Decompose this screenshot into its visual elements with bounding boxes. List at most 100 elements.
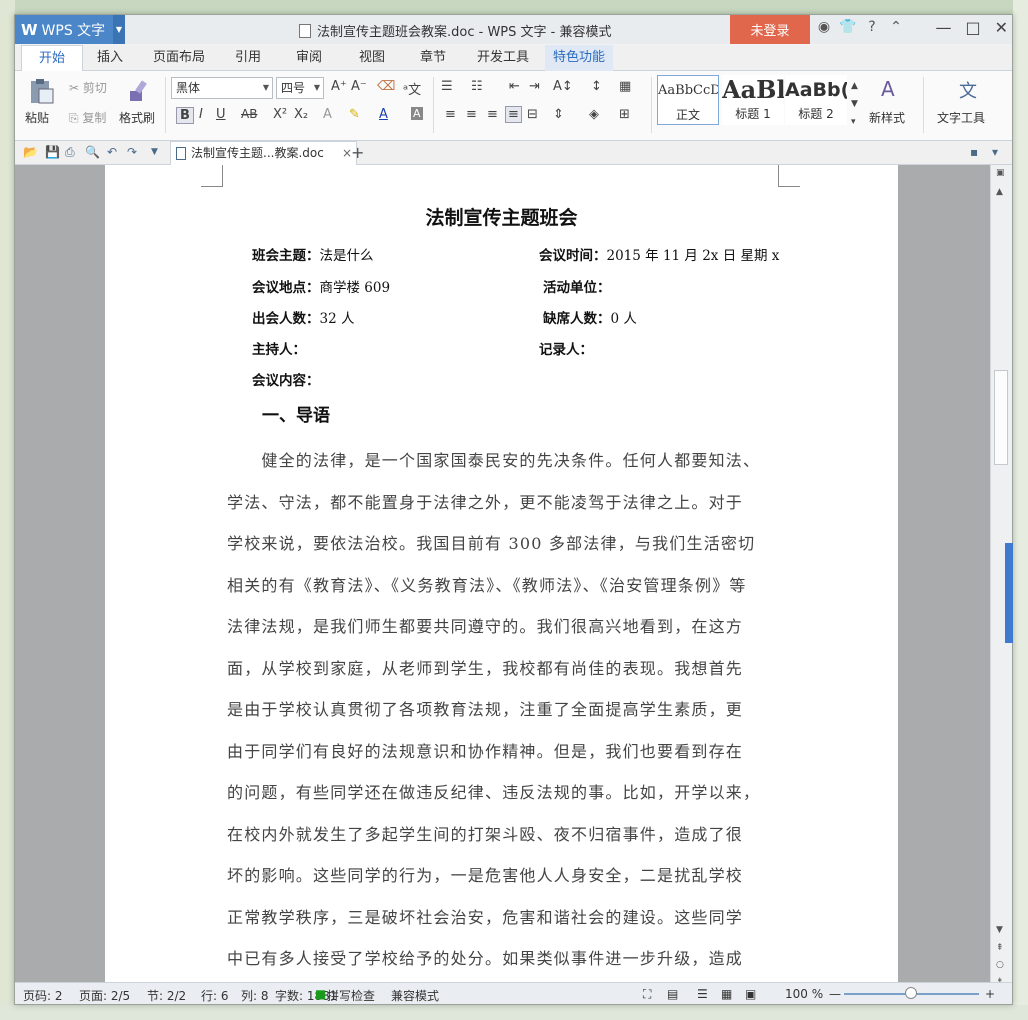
tab-page-layout[interactable]: 页面布局 — [149, 45, 209, 71]
justify-icon[interactable]: ≡ — [505, 106, 522, 123]
tab-home[interactable]: 开始 — [21, 45, 83, 71]
distributed-align-icon[interactable]: ⊟ — [527, 107, 538, 122]
decrease-indent-icon[interactable]: ⇤ — [509, 79, 520, 94]
italic-button[interactable]: I — [199, 107, 203, 122]
print-icon[interactable]: ⎙ — [65, 145, 75, 160]
status-section[interactable]: 节: 2/2 — [147, 987, 186, 1004]
document-tab[interactable]: 法制宣传主题...教案.doc × — [170, 141, 357, 165]
styles-scroll-icon[interactable]: ▲ ▼ ▾ — [851, 77, 858, 131]
grow-font-icon[interactable]: A⁺ — [331, 79, 347, 94]
shrink-font-icon[interactable]: A⁻ — [351, 79, 367, 94]
scrollbar-thumb[interactable] — [994, 370, 1008, 465]
subscript-button[interactable]: X₂ — [294, 107, 308, 122]
tab-chapter[interactable]: 章节 — [412, 45, 454, 71]
side-panel-toggle[interactable] — [1005, 543, 1013, 643]
zoom-slider-knob[interactable] — [905, 987, 917, 999]
desktop-background-right — [1013, 0, 1028, 1020]
align-center-icon[interactable]: ≡ — [466, 107, 477, 122]
login-button[interactable]: 未登录 — [730, 15, 810, 44]
style-normal[interactable]: AaBbCcD 正文 — [657, 75, 719, 125]
help-icon[interactable]: ? — [863, 19, 881, 35]
maximize-icon[interactable]: □ — [965, 18, 980, 37]
font-size-select[interactable]: 四号 ▼ — [276, 77, 324, 99]
char-shading-icon[interactable]: A — [411, 107, 423, 120]
document-page[interactable]: 法制宣传主题班会 班会主题：法是什么 会议时间：2015 年 11 月 2x 日… — [105, 165, 898, 982]
wps-app-menu-button[interactable]: W WPS 文字 ▼ — [15, 15, 125, 44]
bold-button[interactable]: B — [176, 107, 194, 124]
undo-icon[interactable]: ↶ — [107, 145, 117, 159]
line-spacing-icon[interactable]: ⇕ — [553, 107, 564, 122]
text-tools-label[interactable]: 文字工具 — [937, 109, 985, 126]
collapse-ribbon-icon[interactable]: ⌃ — [887, 19, 905, 35]
chevron-down-icon[interactable]: ▼ — [113, 15, 125, 44]
underline-button[interactable]: U — [216, 107, 226, 122]
outline-view-icon[interactable]: ☰ — [697, 987, 708, 1001]
reading-view-icon[interactable]: ▣ — [745, 987, 756, 1001]
superscript-button[interactable]: X² — [273, 107, 287, 122]
page-view-icon[interactable]: ▤ — [667, 987, 678, 1001]
web-view-icon[interactable]: ▦ — [721, 987, 732, 1001]
bullet-list-icon[interactable]: ☰ — [441, 79, 453, 94]
sort-icon[interactable]: ↕ — [591, 79, 602, 94]
borders-icon[interactable]: ⊞ — [619, 107, 630, 122]
increase-indent-icon[interactable]: ⇥ — [529, 79, 540, 94]
text-effect-icon[interactable]: A — [323, 107, 332, 122]
strikethrough-button[interactable]: AB — [241, 107, 257, 121]
highlight-icon[interactable]: ✎ — [349, 107, 360, 122]
tab-review[interactable]: 审阅 — [288, 45, 330, 71]
tab-references[interactable]: 引用 — [227, 45, 269, 71]
style-heading-2-label: 标题 2 — [798, 107, 834, 121]
style-heading-2[interactable]: AaBb( 标题 2 — [785, 75, 847, 125]
align-right-icon[interactable]: ≡ — [487, 107, 498, 122]
table-icon[interactable]: ▦ — [619, 79, 631, 94]
tab-insert[interactable]: 插入 — [89, 45, 131, 71]
tab-view[interactable]: 视图 — [351, 45, 393, 71]
redo-icon[interactable]: ↷ — [127, 145, 137, 159]
print-preview-icon[interactable]: 🔍 — [85, 145, 100, 159]
fullscreen-view-icon[interactable]: ⛶ — [643, 987, 651, 1002]
minimize-icon[interactable]: — — [935, 18, 951, 37]
collapse-icon[interactable]: ▪ — [970, 145, 978, 159]
paste-icon[interactable] — [27, 77, 55, 105]
change-case-icon[interactable]: A↕ — [553, 79, 573, 94]
status-page-code[interactable]: 页码: 2 — [23, 987, 63, 1004]
new-style-icon[interactable]: A — [881, 77, 895, 101]
cut-button[interactable]: ✂ 剪切 — [69, 79, 107, 96]
font-name-select[interactable]: 黑体 ▼ — [171, 77, 273, 99]
phonetic-guide-icon[interactable]: ᵃ文 — [403, 79, 421, 98]
new-style-label[interactable]: 新样式 — [869, 109, 905, 126]
text-tools-icon[interactable]: 文 — [959, 77, 977, 103]
format-painter-icon[interactable] — [124, 77, 152, 105]
ribbon-tabs: 开始 插入 页面布局 引用 审阅 视图 章节 开发工具 特色功能 — [15, 45, 1012, 71]
copy-button[interactable]: ⎘ 复制 — [69, 109, 106, 126]
tab-special-features[interactable]: 特色功能 — [545, 45, 613, 71]
status-page[interactable]: 页面: 2/5 — [79, 987, 130, 1004]
clear-format-icon[interactable]: ⌫ — [377, 79, 395, 94]
tab-developer[interactable]: 开发工具 — [472, 45, 534, 71]
shading-icon[interactable]: ◈ — [589, 107, 599, 122]
format-painter-label[interactable]: 格式刷 — [119, 109, 155, 126]
ruler-toggle-icon[interactable]: ▣ — [996, 168, 1005, 178]
font-color-icon[interactable]: A — [379, 107, 388, 122]
open-icon[interactable]: 📂 — [23, 145, 38, 159]
document-icon — [176, 147, 186, 160]
save-icon[interactable]: 💾 — [45, 145, 60, 159]
numbered-list-icon[interactable]: ☷ — [471, 79, 483, 94]
status-spell-check[interactable]: 拼写检查 — [327, 987, 375, 1004]
new-tab-icon[interactable]: + — [351, 143, 364, 162]
paste-label[interactable]: 粘贴 — [25, 109, 49, 126]
close-icon[interactable]: ✕ — [995, 18, 1008, 37]
scroll-down-icon[interactable]: ▼ — [996, 925, 1003, 935]
options-icon[interactable]: ▾ — [992, 145, 998, 159]
previous-page-icon[interactable]: ⇞ — [996, 943, 1004, 953]
scroll-up-icon[interactable]: ▲ — [996, 187, 1003, 197]
status-zoom[interactable]: 100 % — [785, 987, 823, 1001]
customize-toolbar-icon[interactable]: ▼ — [151, 147, 158, 157]
zoom-out-icon[interactable]: — — [829, 987, 841, 1001]
align-left-icon[interactable]: ≡ — [445, 107, 456, 122]
zoom-in-icon[interactable]: + — [985, 987, 995, 1001]
skin-icon[interactable]: ◉ — [815, 19, 833, 35]
shirt-icon[interactable]: 👕 — [839, 19, 857, 35]
style-heading-1[interactable]: AaBl 标题 1 — [722, 75, 784, 125]
select-browse-object-icon[interactable]: ○ — [996, 960, 1004, 970]
